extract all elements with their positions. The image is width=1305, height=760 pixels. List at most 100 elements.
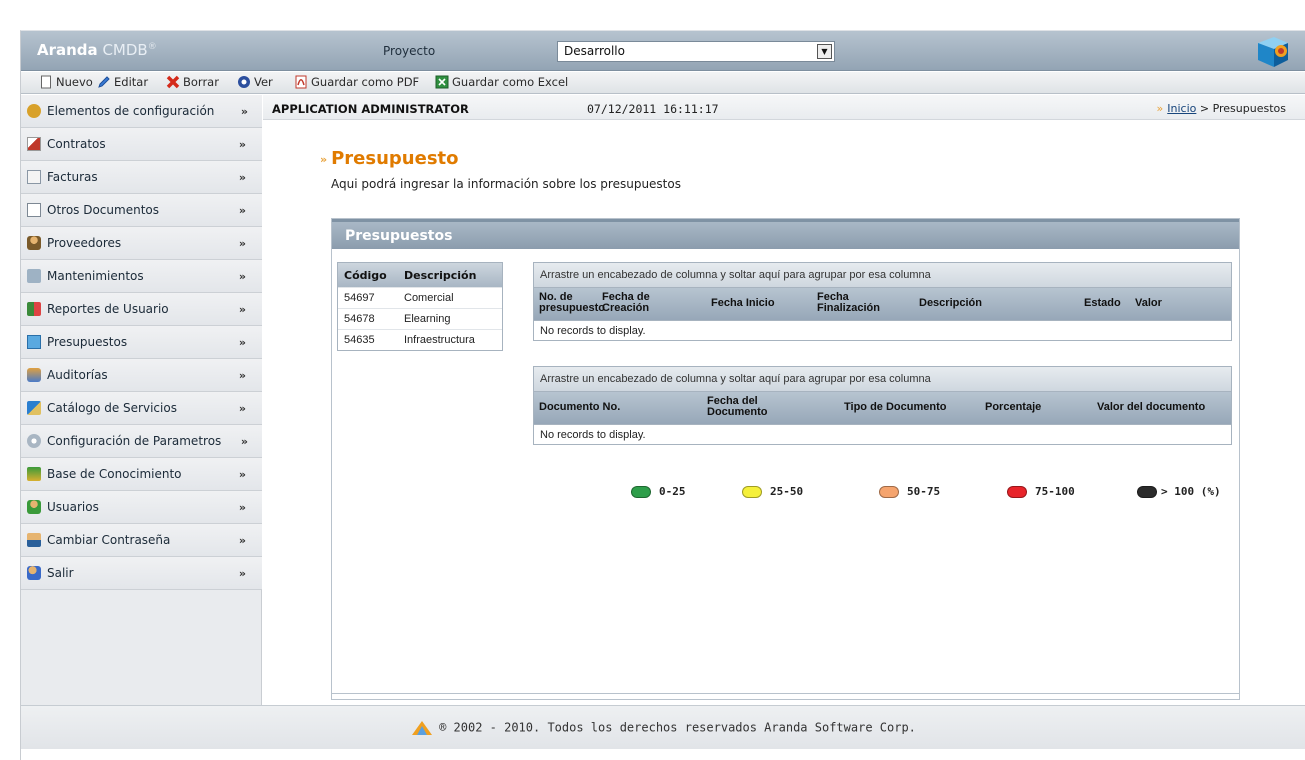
column-header-percentage[interactable]: Porcentaje: [985, 402, 1041, 413]
legend-label: 50-75: [907, 485, 941, 498]
edit-button[interactable]: Editar: [97, 75, 148, 89]
audit-icon: [27, 368, 41, 382]
panel-header: Presupuestos: [332, 219, 1239, 249]
sidebar-item-label: Presupuestos: [47, 335, 128, 349]
logo-reg: ®: [147, 42, 157, 52]
sidebar-item-audits[interactable]: Auditorías »: [21, 359, 262, 392]
column-header-start-date[interactable]: Fecha Inicio: [711, 298, 775, 309]
column-header-document-no[interactable]: Documento No.: [539, 402, 620, 413]
new-button[interactable]: Nuevo: [39, 75, 93, 89]
app-header: Aranda CMDB® Proyecto Desarrollo ▼: [21, 31, 1305, 71]
delete-label: Borrar: [183, 75, 219, 89]
table-row[interactable]: 54635 Infraestructura: [338, 329, 502, 350]
sidebar-item-user-reports[interactable]: Reportes de Usuario »: [21, 293, 262, 326]
code-list-header: Código Descripción: [338, 263, 502, 287]
toolbar: Nuevo Editar Borrar Ver Guardar como PDF…: [21, 72, 1305, 94]
copyright-label: ® 2002 - 2010. Todos los derechos reserv…: [439, 720, 916, 735]
sidebar-item-users[interactable]: Usuarios »: [21, 491, 262, 524]
chevron-down-icon[interactable]: »: [239, 138, 246, 151]
sidebar-item-providers[interactable]: Proveedores »: [21, 227, 262, 260]
table-row[interactable]: 54678 Elearning: [338, 308, 502, 329]
group-by-drop-zone[interactable]: Arrastre un encabezado de columna y solt…: [534, 367, 1231, 392]
chevron-down-icon[interactable]: »: [239, 402, 246, 415]
save-pdf-button[interactable]: Guardar como PDF: [294, 75, 419, 89]
chevron-down-icon[interactable]: »: [239, 369, 246, 382]
page-description: Aqui podrá ingresar la información sobre…: [331, 177, 681, 191]
sidebar-item-service-catalog[interactable]: Catálogo de Servicios »: [21, 392, 262, 425]
eye-icon: [238, 76, 250, 88]
legend-item-75-100: 75-100: [1007, 485, 1075, 498]
chevron-down-icon[interactable]: »: [239, 270, 246, 283]
column-header-budget-no[interactable]: No. de presupuesto: [539, 292, 609, 314]
column-header-value[interactable]: Valor: [1135, 298, 1162, 309]
dropdown-arrow-icon[interactable]: ▼: [817, 44, 832, 59]
sidebar-item-contracts[interactable]: Contratos »: [21, 128, 262, 161]
column-header-document-date[interactable]: Fecha del Documento: [707, 396, 787, 418]
column-header-document-value[interactable]: Valor del documento: [1097, 402, 1205, 413]
sidebar-item-invoices[interactable]: Facturas »: [21, 161, 262, 194]
sidebar-item-knowledge-base[interactable]: Base de Conocimiento »: [21, 458, 262, 491]
sidebar-item-config-items[interactable]: Elementos de configuración »: [21, 95, 262, 128]
column-header-creation-date[interactable]: Fecha de Creación: [602, 292, 662, 314]
column-header-document-type[interactable]: Tipo de Documento: [844, 402, 946, 413]
breadcrumb-home-link[interactable]: Inicio: [1167, 102, 1196, 115]
code-cell: 54678: [344, 313, 375, 325]
sidebar-item-change-password[interactable]: Cambiar Contraseña »: [21, 524, 262, 557]
exit-icon: [27, 566, 41, 580]
column-header-status[interactable]: Estado: [1084, 298, 1121, 309]
chevron-down-icon[interactable]: »: [239, 204, 246, 217]
sidebar-item-exit[interactable]: Salir »: [21, 557, 262, 590]
save-excel-button[interactable]: Guardar como Excel: [435, 75, 568, 89]
code-column-header[interactable]: Código: [338, 269, 404, 282]
sidebar-item-label: Configuración de Parametros: [47, 434, 222, 448]
sidebar-item-budgets[interactable]: Presupuestos »: [21, 326, 262, 359]
chevron-down-icon[interactable]: »: [241, 105, 248, 118]
legend-swatch-icon: [1137, 485, 1157, 498]
sidebar-item-label: Auditorías: [47, 368, 108, 382]
legend-label: 0-25: [659, 485, 686, 498]
sidebar-item-maintenance[interactable]: Mantenimientos »: [21, 260, 262, 293]
description-column-header[interactable]: Descripción: [404, 269, 502, 282]
invoices-icon: [27, 170, 41, 184]
save-excel-label: Guardar como Excel: [452, 75, 569, 89]
legend-item-over-100: > 100 (%): [1137, 485, 1221, 498]
delete-button[interactable]: Borrar: [166, 75, 219, 89]
column-header-end-date[interactable]: Fecha Finalización: [817, 292, 892, 314]
delete-x-icon: [166, 75, 180, 89]
app-logo: Aranda CMDB®: [37, 41, 157, 59]
project-select[interactable]: Desarrollo ▼: [557, 41, 835, 62]
view-button[interactable]: Ver: [237, 75, 273, 89]
legend-label: > 100 (%): [1161, 485, 1221, 498]
sidebar-item-label: Catálogo de Servicios: [47, 401, 177, 415]
chevron-down-icon[interactable]: »: [239, 171, 246, 184]
sidebar-item-other-documents[interactable]: Otros Documentos »: [21, 194, 262, 227]
new-document-icon: [41, 75, 51, 89]
budget-icon: [27, 335, 41, 349]
chevron-down-icon[interactable]: »: [239, 501, 246, 514]
page-title: » Presupuesto: [320, 148, 459, 169]
user-name: APPLICATION ADMINISTRATOR: [272, 102, 469, 116]
chevron-down-icon[interactable]: »: [241, 435, 248, 448]
chevron-down-icon[interactable]: »: [239, 237, 246, 250]
current-datetime: 07/12/2011 16:11:17: [587, 102, 719, 116]
legend-swatch-icon: [742, 485, 762, 498]
group-by-drop-zone[interactable]: Arrastre un encabezado de columna y solt…: [534, 263, 1231, 288]
legend-label: 25-50: [770, 485, 804, 498]
panel-divider: [332, 693, 1239, 694]
breadcrumb: » Inicio > Presupuestos: [1157, 102, 1286, 115]
pencil-icon: [98, 76, 110, 88]
chevron-down-icon[interactable]: »: [239, 534, 246, 547]
percentage-legend: 0-25 25-50 50-75 75-100 > 100 (%): [331, 485, 1240, 505]
column-header-description[interactable]: Descripción: [919, 298, 982, 309]
config-items-icon: [27, 104, 41, 118]
chevron-down-icon[interactable]: »: [239, 468, 246, 481]
chevron-down-icon[interactable]: »: [239, 303, 246, 316]
table-row[interactable]: 54697 Comercial: [338, 287, 502, 308]
chevron-down-icon[interactable]: »: [239, 336, 246, 349]
chevron-down-icon[interactable]: »: [239, 567, 246, 580]
legend-swatch-icon: [1007, 485, 1027, 498]
sidebar-item-label: Usuarios: [47, 500, 99, 514]
sidebar-item-parameters[interactable]: Configuración de Parametros »: [21, 425, 262, 458]
contracts-icon: [27, 137, 41, 151]
edit-label: Editar: [114, 75, 149, 89]
